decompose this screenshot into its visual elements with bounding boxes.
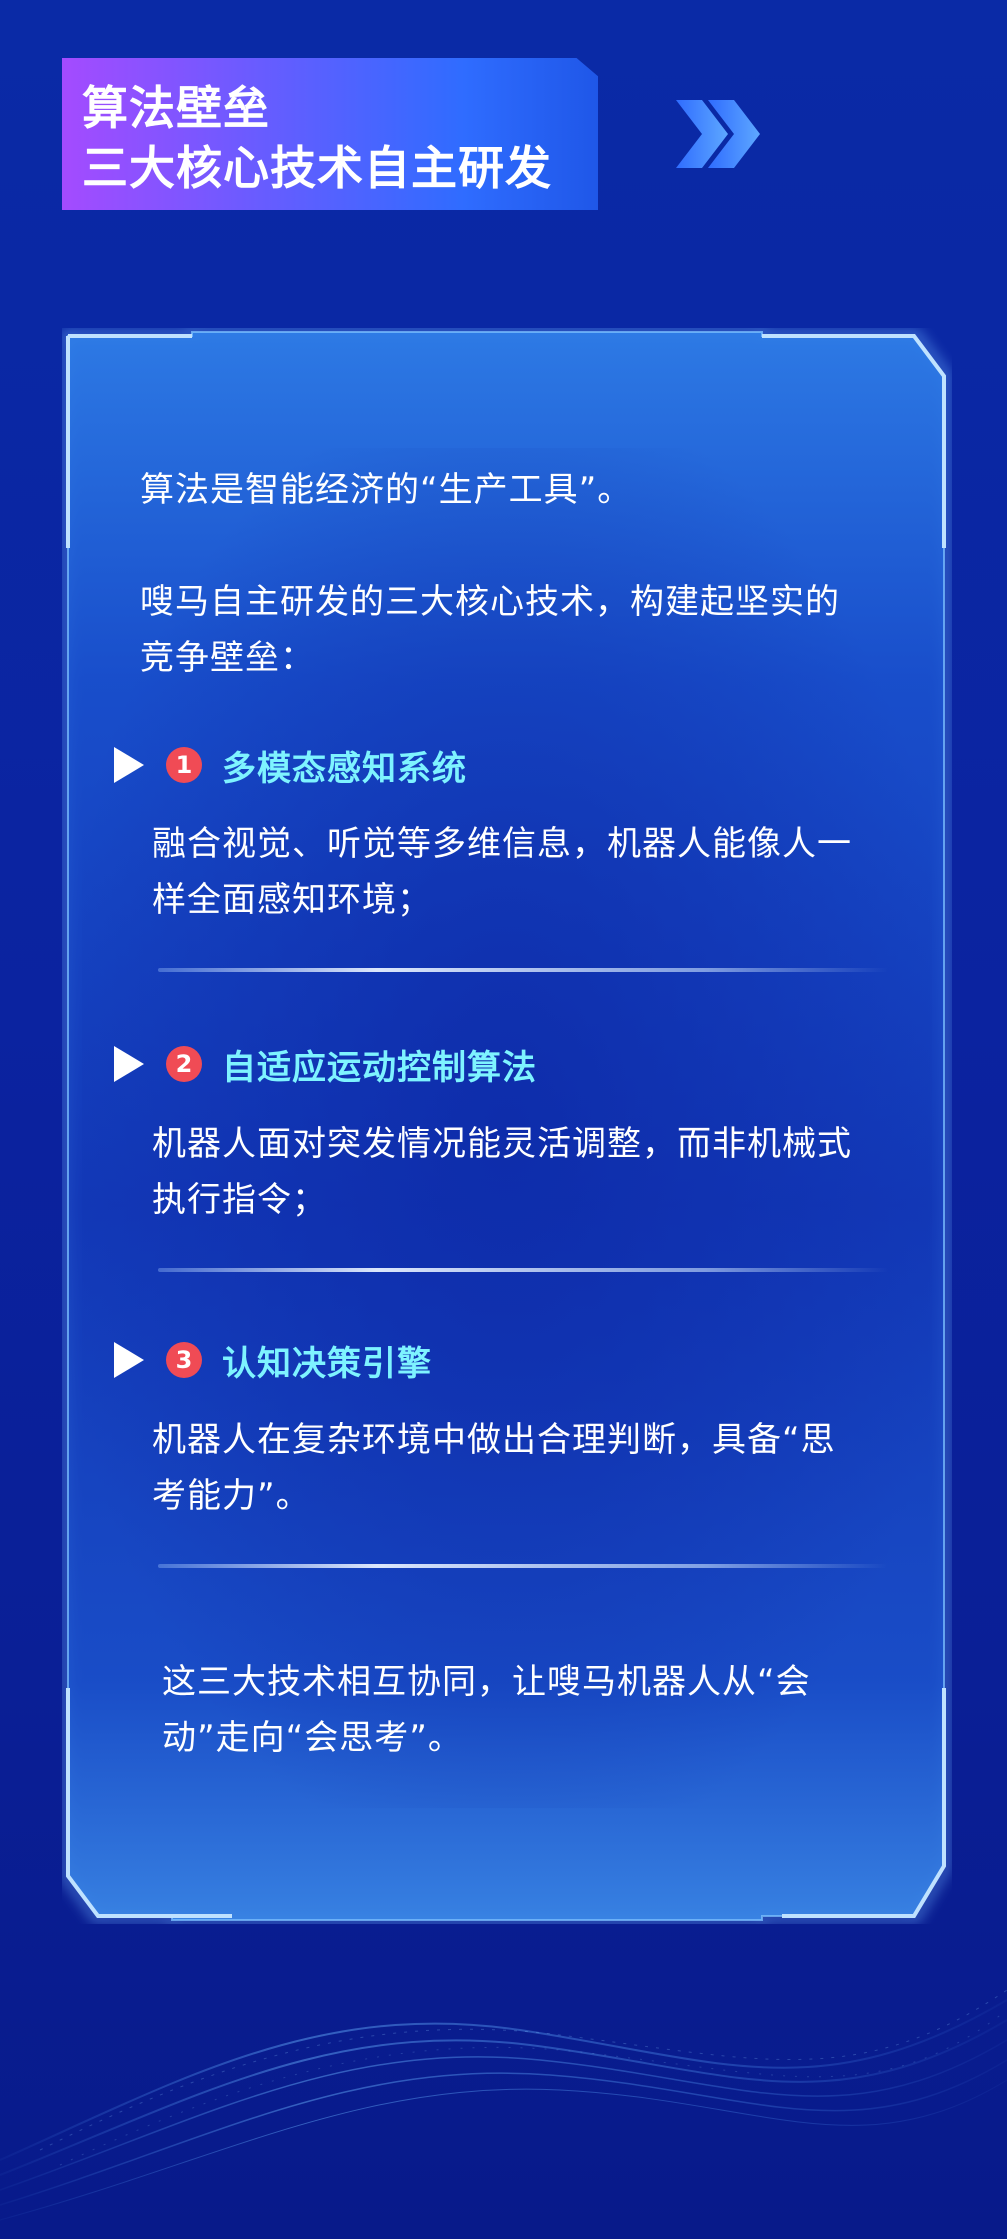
section-number-badge: 1 — [166, 747, 202, 783]
section-3-desc-line-1: 机器人在复杂环境中做出合理判断，具备“思 — [152, 1420, 836, 1460]
section-1-heading: 1 多模态感知系统 — [114, 741, 467, 789]
section-title: 自适应运动控制算法 — [222, 1047, 537, 1088]
section-2-desc-line-1: 机器人面对突发情况能灵活调整，而非机械式 — [152, 1124, 852, 1164]
play-triangle-icon — [114, 747, 144, 783]
section-number-badge: 2 — [166, 1046, 202, 1082]
section-2-desc-line-2: 执行指令； — [152, 1180, 327, 1220]
decorative-waves — [0, 1989, 1007, 2221]
intro-line-1: 算法是智能经济的“生产工具”。 — [140, 470, 633, 510]
section-title: 认知决策引擎 — [222, 1343, 432, 1384]
section-number-badge: 3 — [166, 1342, 202, 1378]
section-1-desc-line-2: 样全面感知环境； — [152, 880, 432, 920]
page-title-line-2: 三大核心技术自主研发 — [82, 141, 552, 195]
divider — [158, 968, 888, 972]
section-3-heading: 3 认知决策引擎 — [114, 1336, 432, 1384]
title-banner: 算法壁垒 三大核心技术自主研发 — [62, 58, 598, 210]
play-triangle-icon — [114, 1046, 144, 1082]
section-3-desc-line-2: 考能力”。 — [152, 1476, 311, 1516]
divider — [158, 1564, 888, 1568]
play-triangle-icon — [114, 1342, 144, 1378]
panel-content: 算法是智能经济的“生产工具”。 嗖马自主研发的三大核心技术，构建起坚实的 竞争壁… — [62, 328, 952, 1924]
intro-line-2a: 嗖马自主研发的三大核心技术，构建起坚实的 — [140, 582, 840, 622]
section-1-desc-line-1: 融合视觉、听觉等多维信息，机器人能像人一 — [152, 824, 852, 864]
closing-line-2: 动”走向“会思考”。 — [162, 1718, 463, 1758]
intro-line-2b: 竞争壁垒： — [140, 638, 315, 678]
section-2-heading: 2 自适应运动控制算法 — [114, 1040, 537, 1088]
divider — [158, 1268, 888, 1272]
page-title-line-1: 算法壁垒 — [82, 81, 270, 135]
double-chevron-right-icon — [676, 100, 760, 168]
section-title: 多模态感知系统 — [222, 748, 467, 789]
closing-line-1: 这三大技术相互协同，让嗖马机器人从“会 — [162, 1662, 811, 1702]
content-panel: 算法是智能经济的“生产工具”。 嗖马自主研发的三大核心技术，构建起坚实的 竞争壁… — [62, 328, 952, 1924]
